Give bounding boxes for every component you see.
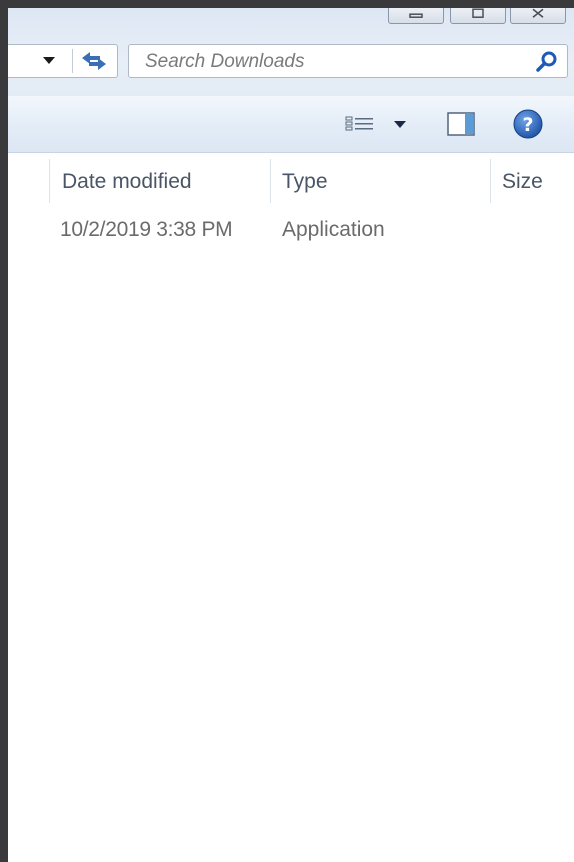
- search-icon[interactable]: [535, 50, 559, 74]
- column-divider[interactable]: [490, 159, 491, 203]
- file-row[interactable]: 10/2/2019 3:38 PM Application: [8, 210, 574, 250]
- address-divider: [72, 49, 73, 73]
- refresh-icon[interactable]: [76, 48, 112, 74]
- chevron-down-icon[interactable]: [42, 54, 56, 68]
- title-and-address-bar: [8, 8, 574, 97]
- preview-pane-icon: [447, 112, 475, 136]
- svg-text:?: ?: [522, 114, 533, 136]
- maximize-button[interactable]: [450, 8, 506, 24]
- column-divider[interactable]: [49, 159, 50, 203]
- help-button[interactable]: ?: [512, 108, 544, 140]
- change-view-button[interactable]: [344, 110, 408, 138]
- close-icon: [530, 8, 546, 20]
- command-bar: ?: [8, 96, 574, 153]
- minimize-icon: [409, 8, 423, 20]
- close-button[interactable]: [510, 8, 566, 24]
- column-header-type[interactable]: Type: [282, 153, 328, 205]
- details-view-icon: [345, 116, 373, 131]
- file-list[interactable]: 10/2/2019 3:38 PM Application: [8, 206, 574, 862]
- help-icon: ?: [513, 109, 543, 139]
- minimize-button[interactable]: [388, 8, 444, 24]
- search-input[interactable]: [143, 49, 527, 75]
- maximize-icon: [471, 8, 485, 20]
- explorer-window: ? Date modified Type Size 10/2/2019 3:38…: [8, 8, 574, 862]
- file-type: Application: [282, 218, 385, 241]
- column-header-row: Date modified Type Size: [8, 153, 574, 205]
- file-date-modified: 10/2/2019 3:38 PM: [60, 218, 233, 241]
- address-bar[interactable]: [8, 44, 118, 78]
- preview-pane-button[interactable]: [446, 110, 476, 138]
- search-box[interactable]: [128, 44, 568, 78]
- column-header-size[interactable]: Size: [502, 153, 543, 205]
- column-divider[interactable]: [270, 159, 271, 203]
- column-header-date-modified[interactable]: Date modified: [62, 153, 192, 205]
